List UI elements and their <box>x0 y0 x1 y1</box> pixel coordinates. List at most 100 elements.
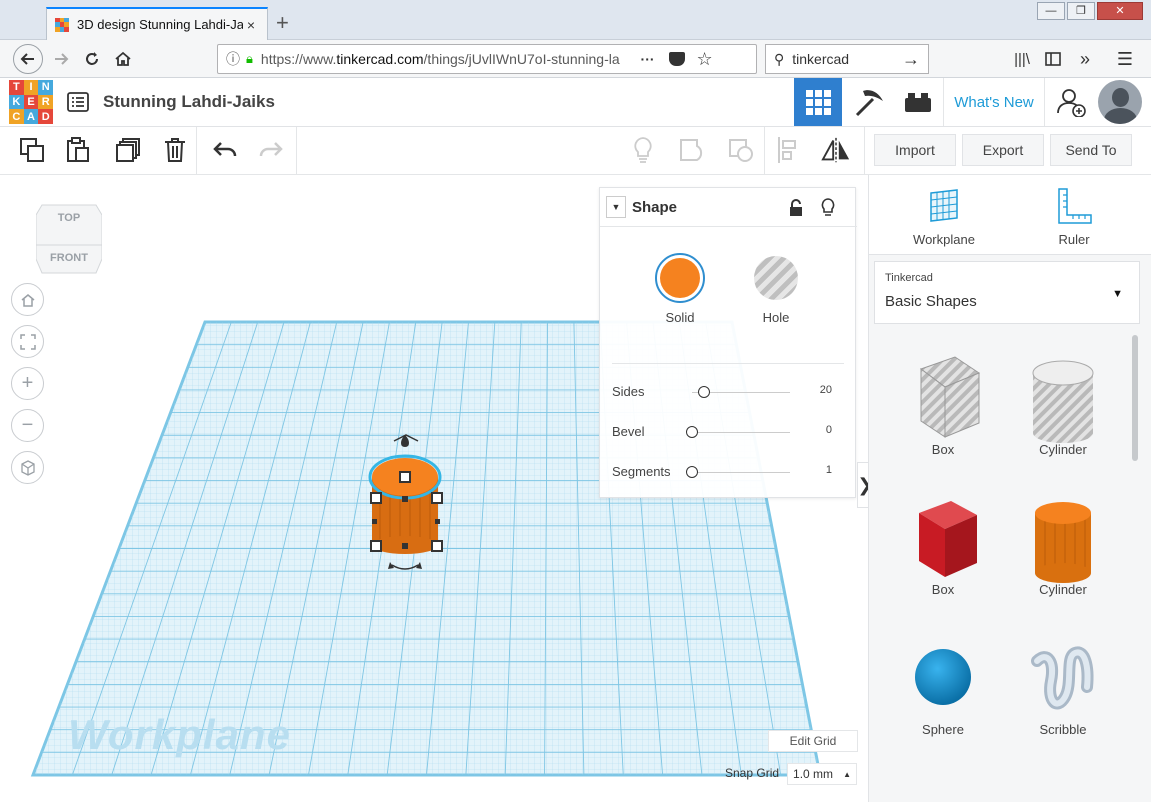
zoom-out-button[interactable]: − <box>11 409 44 442</box>
pocket-icon[interactable] <box>668 52 685 66</box>
library-button[interactable]: |||\ <box>1007 44 1037 74</box>
shape-thumb <box>903 631 983 726</box>
bookmark-star-icon[interactable]: ☆ <box>697 49 713 70</box>
shape-item-scribble[interactable]: Scribble <box>1003 625 1123 755</box>
tinkercad-logo[interactable]: TINKERCAD <box>9 80 53 124</box>
maximize-button[interactable]: ❐ <box>1067 2 1095 20</box>
search-input[interactable]: tinkercad <box>792 51 902 67</box>
param-slider-track[interactable] <box>692 432 790 433</box>
workplane-tool[interactable]: Workplane <box>889 187 999 247</box>
lightbulb-icon <box>821 198 835 216</box>
home-view-button[interactable] <box>11 283 44 316</box>
undo-button[interactable] <box>210 135 240 165</box>
selected-cylinder[interactable] <box>360 427 455 577</box>
export-button[interactable]: Export <box>962 134 1044 166</box>
app-header: TINKERCAD Stunning Lahdi-Jaiks What's Ne… <box>0 78 1151 127</box>
zoom-in-button[interactable]: + <box>11 367 44 400</box>
view-cube-top[interactable]: TOP <box>36 212 102 224</box>
duplicate-button[interactable] <box>113 135 143 165</box>
whats-new-link[interactable]: What's New <box>943 78 1045 126</box>
copy-button[interactable] <box>17 135 47 165</box>
shape-item-cylinder[interactable]: Cylinder <box>1003 485 1123 615</box>
view-cube[interactable]: TOP FRONT <box>35 201 103 274</box>
redo-button[interactable] <box>256 135 286 165</box>
designs-list-button[interactable] <box>64 78 92 126</box>
info-icon[interactable]: ⓘ <box>226 49 240 69</box>
shape-item-sphere[interactable]: Sphere <box>883 625 1003 755</box>
window-close-button[interactable]: ✕ <box>1097 2 1143 20</box>
perspective-button[interactable] <box>11 451 44 484</box>
forward-button[interactable] <box>46 44 76 74</box>
paste-button[interactable] <box>63 135 93 165</box>
logo-letter: E <box>23 94 39 110</box>
codeblocks-button[interactable] <box>845 78 893 126</box>
hole-label: Hole <box>762 310 790 325</box>
bricks-button[interactable] <box>895 78 941 126</box>
ruler-tool[interactable]: Ruler <box>1019 187 1129 247</box>
param-slider-track[interactable] <box>692 472 790 473</box>
solid-option[interactable] <box>655 253 705 303</box>
brick-icon <box>905 93 931 112</box>
collapse-inspector-button[interactable]: ▼ <box>606 196 626 218</box>
search-bar[interactable]: ⚲ tinkercad → <box>765 44 929 74</box>
align-button[interactable] <box>773 135 803 165</box>
plus-icon: + <box>21 372 34 394</box>
delete-button[interactable] <box>160 135 190 165</box>
fit-icon <box>19 333 36 350</box>
workspace-3d-view[interactable]: TOP FRONT + − Workplane ▼ Shape Solid Ho… <box>0 175 868 802</box>
mirror-button[interactable] <box>821 135 851 165</box>
lock-button[interactable] <box>788 198 804 223</box>
import-button[interactable]: Import <box>874 134 956 166</box>
shape-item-cylinder[interactable]: Cylinder <box>1003 345 1123 475</box>
sidebar-button[interactable] <box>1038 44 1068 74</box>
library-dropdown[interactable]: Tinkercad Basic Shapes ▼ <box>874 261 1140 324</box>
new-tab-button[interactable]: + <box>276 10 289 36</box>
shapes-scrollbar[interactable] <box>1132 335 1138 461</box>
snap-grid-label: Snap Grid <box>725 766 780 780</box>
snap-grid-select[interactable]: 1.0 mm ▲ <box>787 763 857 785</box>
param-slider-knob[interactable] <box>697 386 710 398</box>
shape-item-box[interactable]: Box <box>883 485 1003 615</box>
reload-icon <box>86 52 98 65</box>
param-label: Bevel <box>612 424 645 439</box>
browser-tab[interactable]: 3D design Stunning Lahdi-Jaiks × <box>46 7 268 40</box>
back-button[interactable] <box>13 44 43 74</box>
minimize-button[interactable]: — <box>1037 2 1065 20</box>
menu-button[interactable]: ☰ <box>1110 44 1140 74</box>
group-button[interactable] <box>677 135 707 165</box>
param-value[interactable]: 0 <box>826 424 832 436</box>
avatar[interactable] <box>1096 78 1144 126</box>
shape-item-box[interactable]: Box <box>883 345 1003 475</box>
overflow-button[interactable]: » <box>1070 44 1100 74</box>
param-value[interactable]: 20 <box>820 384 832 396</box>
add-user-icon <box>1057 89 1086 117</box>
send-to-button[interactable]: Send To <box>1050 134 1132 166</box>
logo-letter: T <box>9 80 24 95</box>
edit-grid-button[interactable]: Edit Grid <box>768 730 858 752</box>
reload-button[interactable] <box>77 44 107 74</box>
ungroup-button[interactable] <box>726 135 756 165</box>
hamburger-icon: ☰ <box>1116 48 1134 69</box>
url-host: tinkercad.com <box>336 51 424 67</box>
fit-view-button[interactable] <box>11 325 44 358</box>
shape-thumb <box>903 491 983 586</box>
visibility-button[interactable] <box>820 197 836 224</box>
param-slider-knob[interactable] <box>686 426 698 438</box>
page-actions-icon[interactable]: ··· <box>641 51 655 67</box>
param-slider-knob[interactable] <box>686 466 698 478</box>
hole-option[interactable] <box>754 256 798 300</box>
3d-view-button[interactable] <box>794 78 842 126</box>
url-bar[interactable]: ⓘ 🔒︎ https://www. tinkercad.com /things/… <box>217 44 757 74</box>
search-go-icon[interactable]: → <box>902 49 920 70</box>
ruler-icon <box>1058 188 1092 224</box>
param-value[interactable]: 1 <box>826 464 832 476</box>
notes-button[interactable] <box>628 135 658 165</box>
view-cube-front[interactable]: FRONT <box>36 252 102 264</box>
add-user-button[interactable] <box>1050 78 1092 126</box>
tab-close-icon[interactable]: × <box>243 17 259 33</box>
box-solid-icon <box>919 501 977 577</box>
expand-panel-button[interactable]: ❯ <box>857 462 868 508</box>
design-title[interactable]: Stunning Lahdi-Jaiks <box>103 92 275 112</box>
home-button[interactable] <box>108 44 138 74</box>
param-row-segments: Segments 1 <box>612 464 842 482</box>
